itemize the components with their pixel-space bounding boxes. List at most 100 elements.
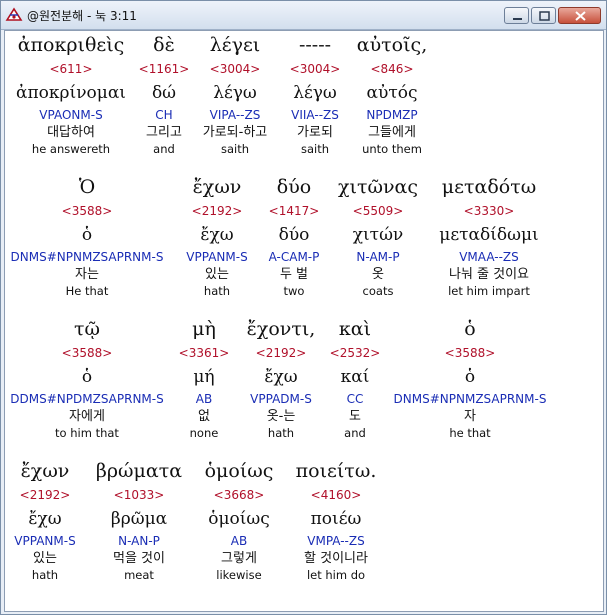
english-gloss: to him that <box>55 426 119 440</box>
strong-number: <4160> <box>310 488 362 502</box>
korean-gloss: 그렇게 <box>221 551 257 566</box>
english-gloss: He that <box>65 284 109 298</box>
strong-number: <3588> <box>444 346 496 360</box>
korean-gloss: 가로되 <box>297 125 333 140</box>
word-token[interactable]: βρώματα <1033> βρῶμα N-AN-P 먹을 것이 meat <box>91 457 187 583</box>
strong-number: <2192> <box>19 488 71 502</box>
greek-word: μεταδότω <box>441 176 537 198</box>
window-title: @원전분해 - 눅 3:11 <box>27 9 137 23</box>
strong-number: <846> <box>370 62 414 76</box>
word-token[interactable]: δὲ <1161> δώ CH 그리고 and <box>136 31 192 157</box>
english-gloss: coats <box>362 284 394 298</box>
korean-gloss: 옷-는 <box>266 409 296 424</box>
english-gloss: meat <box>124 568 154 582</box>
morphology-code: VPPANM-S <box>186 250 248 264</box>
greek-word: Ὁ <box>78 176 96 198</box>
morphology-code: VMAA--ZS <box>459 250 519 264</box>
korean-gloss: 나눠 줄 것이요 <box>448 267 530 282</box>
lemma: λέγω <box>293 83 337 103</box>
morphology-code: NPDMZP <box>366 108 418 122</box>
korean-gloss: 두 벌 <box>279 267 309 282</box>
lemma: μεταδίδωμι <box>439 225 539 245</box>
lemma: βρῶμα <box>110 509 168 529</box>
korean-gloss: 자 <box>464 409 476 424</box>
korean-gloss: 자는 <box>75 267 99 282</box>
korean-gloss: 그리고 <box>146 125 182 140</box>
strong-number: <3004> <box>209 62 261 76</box>
word-token[interactable]: ὁ <3588> ὁ DNMS#NPNMZSAPRNM-S 자 he that <box>388 315 552 441</box>
lemma: χιτών <box>352 225 404 245</box>
word-token[interactable]: δύο <1417> δύο A-CAM-P 두 벌 two <box>261 173 327 299</box>
maximize-icon <box>539 11 550 21</box>
morphology-code: A-CAM-P <box>268 250 320 264</box>
greek-word: βρώματα <box>95 460 183 482</box>
word-token[interactable]: ἔχοντι, <2192> ἔχω VPPADM-S 옷-는 hath <box>239 315 323 441</box>
title-bar[interactable]: @원전분해 - 눅 3:11 <box>1 1 606 30</box>
greek-word: ἀποκριθεὶς <box>17 34 125 56</box>
lemma: αὐτός <box>366 83 418 103</box>
english-gloss: none <box>189 426 219 440</box>
lemma: ποιέω <box>310 509 362 529</box>
english-gloss: let him impart <box>448 284 530 298</box>
word-token[interactable]: ὁμοίως <3668> ὁμοίως AB 그렇게 likewise <box>197 457 281 583</box>
lemma: μή <box>193 367 215 387</box>
morphology-code: DNMS#NPNMZSAPRNM-S <box>393 392 547 406</box>
lemma: ἔχω <box>200 225 234 245</box>
word-token[interactable]: ----- <3004> λέγω VIIA--ZS 가로되 saith <box>279 31 351 157</box>
word-token[interactable]: λέγει <3004> λέγω VIPA--ZS 가로되-하고 saith <box>193 31 277 157</box>
korean-gloss: 가로되-하고 <box>202 125 268 140</box>
korean-gloss: 대답하여 <box>47 125 95 140</box>
word-token[interactable]: καὶ <2532> καί CC 도 and <box>327 315 383 441</box>
greek-word: λέγει <box>209 34 261 56</box>
greek-word: τῷ <box>73 318 100 340</box>
word-token[interactable]: ἔχων <2192> ἔχω VPPANM-S 있는 hath <box>177 173 257 299</box>
strong-number: <611> <box>49 62 93 76</box>
greek-word: ἔχων <box>20 460 70 482</box>
english-gloss: and <box>153 142 175 156</box>
greek-word: ----- <box>298 34 332 56</box>
lemma: καί <box>340 367 370 387</box>
greek-word: ὁμοίως <box>204 460 274 482</box>
word-token[interactable]: αὐτοῖς, <846> αὐτός NPDMZP 그들에게 unto the… <box>351 31 433 157</box>
english-gloss: he answereth <box>31 142 111 156</box>
minimize-button[interactable] <box>504 7 529 24</box>
morphology-code: N-AM-P <box>356 250 400 264</box>
morphology-code: CC <box>346 392 364 406</box>
word-token[interactable]: τῷ <3588> ὁ DDMS#NPDMZSAPRNM-S 자에게 to hi… <box>7 315 167 441</box>
strong-number: <2192> <box>255 346 307 360</box>
korean-gloss: 도 <box>349 409 361 424</box>
close-button[interactable] <box>558 7 601 24</box>
word-token[interactable]: χιτῶνας <5509> χιτών N-AM-P 옷 coats <box>331 173 425 299</box>
lemma: ὁ <box>81 367 93 387</box>
word-token[interactable]: ποιείτω. <4160> ποιέω VMPA--ZS 할 것이니라 le… <box>289 457 383 583</box>
morphology-code: CH <box>155 108 173 122</box>
maximize-button[interactable] <box>531 7 556 24</box>
strong-number: <1417> <box>268 204 320 218</box>
morphology-code: VIPA--ZS <box>209 108 261 122</box>
korean-gloss: 있는 <box>205 267 229 282</box>
word-token[interactable]: ἔχων <2192> ἔχω VPPANM-S 있는 hath <box>7 457 83 583</box>
word-token[interactable]: μεταδότω <3330> μεταδίδωμι VMAA--ZS 나눠 줄… <box>433 173 545 299</box>
english-gloss: saith <box>300 142 330 156</box>
strong-number: <3004> <box>289 62 341 76</box>
greek-word: καὶ <box>338 318 372 340</box>
interlinear-panel: ἀποκριθεὶς <611> ἀποκρίνομαι VPAONM-S 대답… <box>4 30 604 612</box>
word-token[interactable]: ἀποκριθεὶς <611> ἀποκρίνομαι VPAONM-S 대답… <box>7 31 135 157</box>
word-token[interactable]: Ὁ <3588> ὁ DNMS#NPNMZSAPRNM-S 자는 He that <box>7 173 167 299</box>
word-token[interactable]: μὴ <3361> μή AB 없 none <box>175 315 233 441</box>
close-icon <box>575 11 586 21</box>
morphology-code: VPPADM-S <box>250 392 312 406</box>
strong-number: <3668> <box>213 488 265 502</box>
lemma: ὁ <box>81 225 93 245</box>
morphology-code: VPPANM-S <box>14 534 76 548</box>
english-gloss: likewise <box>216 568 262 582</box>
morphology-code: DDMS#NPDMZSAPRNM-S <box>10 392 164 406</box>
morphology-code: AB <box>230 534 248 548</box>
greek-word: αὐτοῖς, <box>356 34 428 56</box>
korean-gloss: 있는 <box>33 551 57 566</box>
english-gloss: hath <box>267 426 295 440</box>
english-gloss: saith <box>220 142 250 156</box>
lemma: δώ <box>151 83 177 103</box>
morphology-code: VIIA--ZS <box>291 108 339 122</box>
lemma: ἔχω <box>264 367 298 387</box>
